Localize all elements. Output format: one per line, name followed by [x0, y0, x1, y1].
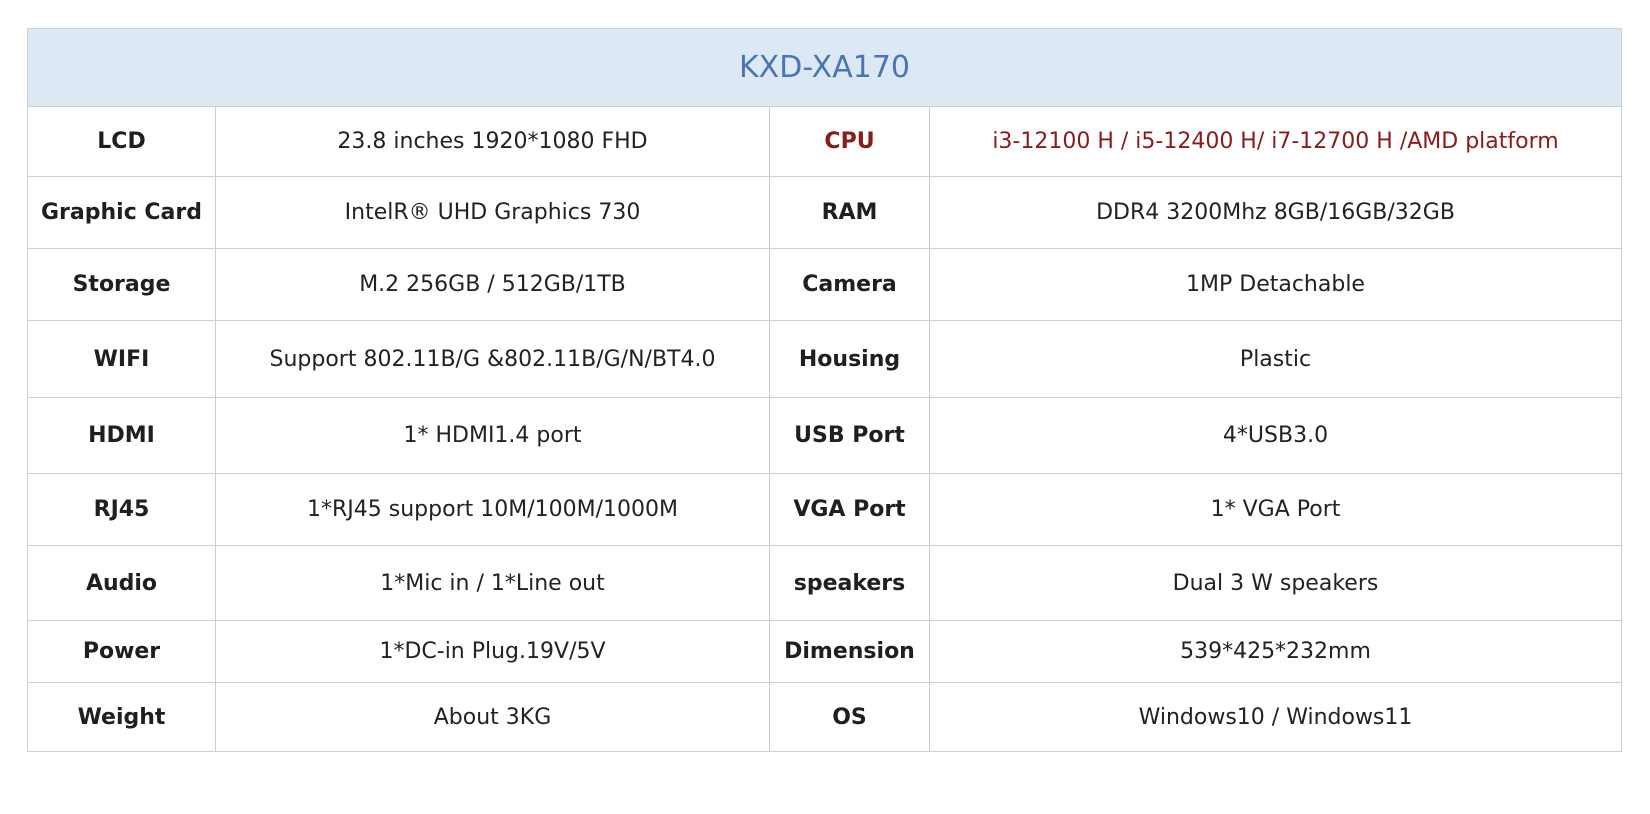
spec-value-camera: 1MP Detachable — [929, 248, 1622, 321]
table-row: Power 1*DC-in Plug.19V/5V Dimension 539*… — [27, 620, 1622, 683]
spec-value-storage: M.2 256GB / 512GB/1TB — [215, 248, 770, 321]
spec-label-vga-port: VGA Port — [769, 473, 930, 546]
spec-label-usb-port: USB Port — [769, 397, 930, 474]
spec-label-cpu: CPU — [769, 106, 930, 177]
spec-value-speakers: Dual 3 W speakers — [929, 545, 1622, 621]
spec-value-rj45: 1*RJ45 support 10M/100M/1000M — [215, 473, 770, 546]
spec-value-dimension: 539*425*232mm — [929, 620, 1622, 683]
spec-value-lcd: 23.8 inches 1920*1080 FHD — [215, 106, 770, 177]
spec-value-wifi: Support 802.11B/G &802.11B/G/N/BT4.0 — [215, 320, 770, 398]
spec-value-os: Windows10 / Windows11 — [929, 682, 1622, 752]
spec-label-weight: Weight — [27, 682, 216, 752]
spec-label-camera: Camera — [769, 248, 930, 321]
table-row: Storage M.2 256GB / 512GB/1TB Camera 1MP… — [27, 248, 1622, 321]
spec-label-power: Power — [27, 620, 216, 683]
spec-label-dimension: Dimension — [769, 620, 930, 683]
spec-label-os: OS — [769, 682, 930, 752]
spec-table: KXD-XA170 LCD 23.8 inches 1920*1080 FHD … — [27, 28, 1622, 752]
spec-label-lcd: LCD — [27, 106, 216, 177]
spec-value-weight: About 3KG — [215, 682, 770, 752]
spec-label-audio: Audio — [27, 545, 216, 621]
table-title: KXD-XA170 — [27, 28, 1622, 107]
spec-value-usb-port: 4*USB3.0 — [929, 397, 1622, 474]
spec-label-housing: Housing — [769, 320, 930, 398]
table-row: RJ45 1*RJ45 support 10M/100M/1000M VGA P… — [27, 473, 1622, 546]
spec-label-speakers: speakers — [769, 545, 930, 621]
spec-label-wifi: WIFI — [27, 320, 216, 398]
table-row: HDMI 1* HDMI1.4 port USB Port 4*USB3.0 — [27, 397, 1622, 474]
spec-value-hdmi: 1* HDMI1.4 port — [215, 397, 770, 474]
spec-label-graphic-card: Graphic Card — [27, 176, 216, 249]
spec-label-hdmi: HDMI — [27, 397, 216, 474]
spec-value-ram: DDR4 3200Mhz 8GB/16GB/32GB — [929, 176, 1622, 249]
table-row: Weight About 3KG OS Windows10 / Windows1… — [27, 682, 1622, 752]
table-row: Graphic Card IntelR® UHD Graphics 730 RA… — [27, 176, 1622, 249]
spec-label-storage: Storage — [27, 248, 216, 321]
table-row: LCD 23.8 inches 1920*1080 FHD CPU i3-121… — [27, 106, 1622, 177]
spec-value-graphic-card: IntelR® UHD Graphics 730 — [215, 176, 770, 249]
table-title-row: KXD-XA170 — [27, 28, 1622, 107]
spec-value-vga-port: 1* VGA Port — [929, 473, 1622, 546]
spec-value-power: 1*DC-in Plug.19V/5V — [215, 620, 770, 683]
spec-value-cpu: i3-12100 H / i5-12400 H/ i7-12700 H /AMD… — [929, 106, 1622, 177]
spec-label-rj45: RJ45 — [27, 473, 216, 546]
spec-value-housing: Plastic — [929, 320, 1622, 398]
spec-value-audio: 1*Mic in / 1*Line out — [215, 545, 770, 621]
table-row: WIFI Support 802.11B/G &802.11B/G/N/BT4.… — [27, 320, 1622, 398]
table-row: Audio 1*Mic in / 1*Line out speakers Dua… — [27, 545, 1622, 621]
spec-label-ram: RAM — [769, 176, 930, 249]
